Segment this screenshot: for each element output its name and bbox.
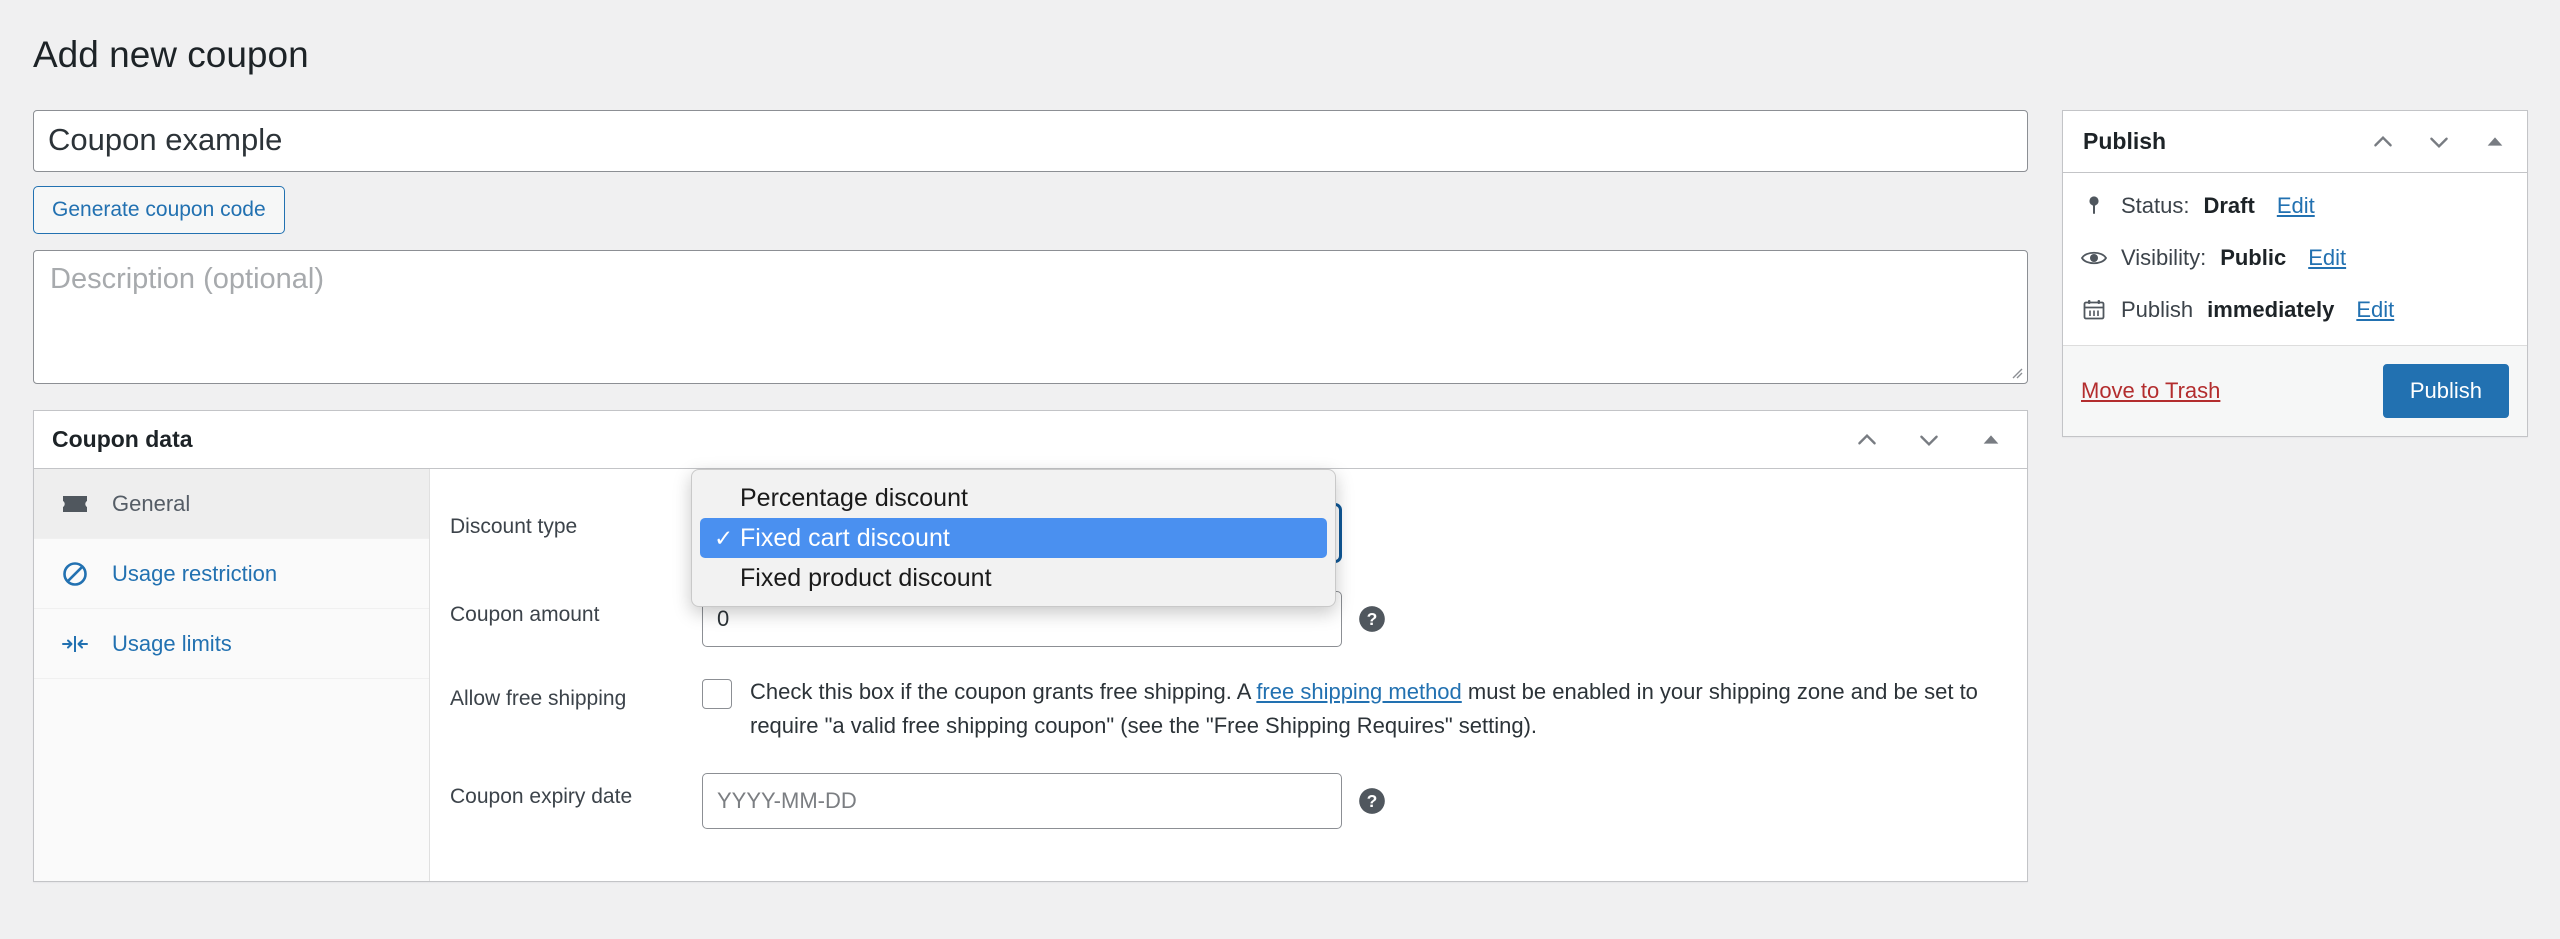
admin-page: Add new coupon Generate coupon code Coup… (0, 0, 2560, 939)
coupon-code-input[interactable] (33, 110, 2028, 172)
help-icon-coupon-expiry[interactable]: ? (1358, 787, 1386, 815)
coupon-expiry-label: Coupon expiry date (450, 785, 633, 809)
status-edit-link[interactable]: Edit (2277, 193, 2315, 219)
svg-text:?: ? (1367, 791, 1378, 811)
description-wrapper (33, 250, 2028, 384)
publish-box-tools (2361, 111, 2517, 173)
help-icon-coupon-amount[interactable]: ? (1358, 605, 1386, 633)
page-title: Add new coupon (33, 34, 309, 75)
free-shipping-method-link[interactable]: free shipping method (1256, 679, 1461, 704)
status-label: Status: (2121, 193, 2190, 218)
move-to-trash-link[interactable]: Move to Trash (2081, 378, 2220, 404)
coupon-expiry-control: ? (702, 773, 2001, 830)
postbox-tools (1845, 411, 2013, 469)
allow-free-shipping-row: Allow free shipping Check this box if th… (430, 675, 2027, 743)
visibility-line: Visibility: Public Edit (2081, 245, 2509, 271)
tab-usage-restriction-label: Usage restriction (112, 560, 278, 586)
checkmark-icon: ✓ (714, 524, 734, 551)
schedule-value: immediately (2207, 297, 2335, 322)
visibility-edit-link[interactable]: Edit (2308, 245, 2346, 271)
publish-toggle-icon[interactable] (2473, 120, 2517, 164)
tab-general-label: General (112, 490, 191, 516)
allow-free-shipping-description: Check this box if the coupon grants free… (750, 675, 2001, 743)
dropdown-option-fixed-cart-discount[interactable]: ✓ Fixed cart discount (700, 518, 1327, 558)
schedule-label: Publish (2121, 297, 2194, 322)
allow-free-shipping-label: Allow free shipping (450, 687, 627, 710)
dropdown-option-fixed-product-discount[interactable]: Fixed product discount (692, 558, 1335, 598)
publish-box-body: Status: Draft Edit Visibility: Public Ed… (2063, 173, 2527, 345)
tab-usage-limits[interactable]: Usage limits (34, 609, 429, 679)
coupon-data-header: Coupon data (34, 411, 2027, 469)
coupon-data-title: Coupon data (52, 426, 193, 452)
schedule-line: Publish immediately Edit (2081, 297, 2509, 323)
status-value: Draft (2203, 193, 2255, 218)
publish-box: Publish Status: Draft Edit Visibility: P… (2062, 110, 2528, 437)
coupon-data-tabs: General Usage restriction Usage limits (34, 469, 430, 882)
coupon-description-textarea[interactable] (33, 250, 2028, 384)
publish-box-footer: Move to Trash Publish (2063, 345, 2527, 436)
calendar-icon (2081, 297, 2107, 323)
status-line: Status: Draft Edit (2081, 193, 2509, 219)
publish-box-header: Publish (2063, 111, 2527, 173)
visibility-value: Public (2220, 245, 2287, 270)
discount-type-dropdown-menu[interactable]: Percentage discount ✓ Fixed cart discoun… (691, 469, 1336, 607)
generate-button-row: Generate coupon code (33, 186, 2028, 234)
dropdown-option-label: Percentage discount (740, 483, 968, 512)
generate-coupon-code-button[interactable]: Generate coupon code (33, 186, 285, 234)
free-shipping-text-part1: Check this box if the coupon grants free… (750, 679, 1257, 704)
tab-usage-limits-label: Usage limits (112, 630, 232, 656)
publish-move-up-icon[interactable] (2361, 120, 2405, 164)
no-entry-icon (60, 559, 90, 589)
dropdown-option-label: Fixed product discount (740, 563, 992, 592)
toggle-panel-icon[interactable] (1969, 418, 2013, 462)
coupon-expiry-input[interactable] (702, 773, 1342, 830)
limits-icon (60, 629, 90, 659)
dropdown-option-percentage-discount[interactable]: Percentage discount (692, 478, 1335, 518)
pin-icon (2081, 193, 2107, 219)
coupon-amount-label: Coupon amount (450, 603, 600, 626)
publish-button[interactable]: Publish (2382, 364, 2509, 418)
publish-box-title: Publish (2083, 128, 2167, 154)
allow-free-shipping-checkbox[interactable] (702, 679, 732, 709)
visibility-label: Visibility: (2121, 245, 2207, 270)
dropdown-option-label: Fixed cart discount (740, 523, 950, 552)
svg-text:?: ? (1367, 609, 1378, 629)
coupon-expiry-row: Coupon expiry date ? (430, 773, 2027, 830)
discount-type-label: Discount type (450, 515, 578, 538)
publish-move-down-icon[interactable] (2417, 120, 2461, 164)
ticket-icon (60, 489, 90, 519)
eye-icon (2081, 245, 2107, 271)
move-down-icon[interactable] (1907, 418, 1951, 462)
tab-general[interactable]: General (34, 469, 429, 539)
schedule-edit-link[interactable]: Edit (2356, 297, 2394, 323)
move-up-icon[interactable] (1845, 418, 1889, 462)
tab-usage-restriction[interactable]: Usage restriction (34, 539, 429, 609)
